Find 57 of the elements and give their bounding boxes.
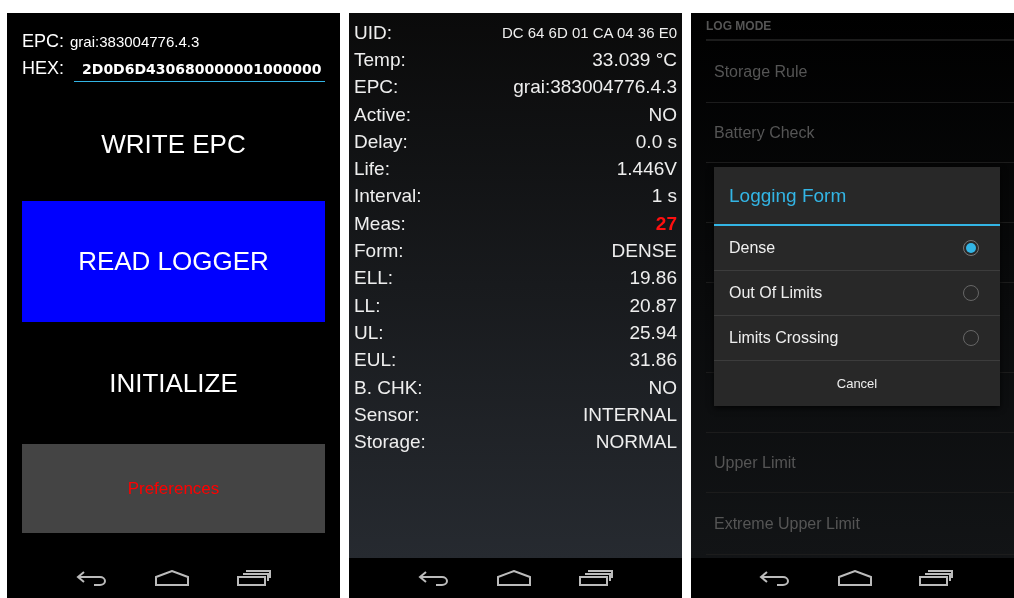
field-label: Active: [354,103,412,126]
home-icon[interactable] [497,570,532,586]
field-label: Form: [354,240,404,262]
back-icon[interactable] [417,570,450,586]
field-value: 33.039 °C [592,48,677,71]
epc-value: grai:383004776.4.3 [70,33,200,50]
hex-input-field[interactable]: 2D0D6D430680000001000000 [74,61,325,82]
section-header: LOG MODE [706,13,1014,41]
radio-option[interactable]: Limits Crossing [714,316,1000,361]
field-label: Meas: [354,212,406,235]
radio-option[interactable]: Out Of Limits [714,271,1000,316]
field-value: 27 [655,212,677,235]
field-label: Sensor: [354,403,420,426]
home-icon[interactable] [155,570,190,586]
option-label: Dense [729,239,776,257]
home-icon[interactable] [838,570,872,586]
field-value: NO [648,103,677,126]
cancel-button[interactable]: Cancel [714,361,1000,406]
radio-option[interactable]: Dense [714,226,1000,271]
recent-apps-icon[interactable] [579,570,614,586]
field-label: Interval: [354,185,422,208]
field-label: Storage: [354,431,426,454]
recent-apps-icon[interactable] [918,570,953,586]
field-label: EUL: [354,349,397,372]
field-value: 25.94 [629,321,677,344]
field-label: Temp: [354,48,406,71]
field-label: Life: [354,158,390,181]
field-label: ELL: [354,267,394,290]
option-label: Limits Crossing [729,329,839,347]
action-button[interactable]: READ LOGGER [22,201,325,322]
back-icon[interactable] [759,570,792,586]
field-label: Delay: [354,130,408,153]
action-button[interactable]: INITIALIZE [22,343,325,423]
field-label: B. CHK: [354,376,423,399]
epc-label: EPC: [22,31,64,52]
field-value: 31.86 [629,349,677,372]
field-value: 1.446V [616,158,677,181]
hex-label: HEX: [22,58,64,79]
recent-apps-icon[interactable] [237,570,272,586]
dialog-title: Logging Form [714,167,1000,226]
field-value: 19.86 [629,267,677,290]
field-label: EPC: [354,76,399,99]
field-label: UID: [354,21,392,44]
action-button[interactable]: WRITE EPC [22,104,325,184]
field-value: 1 s [651,185,677,208]
field-value: INTERNAL [583,403,677,426]
field-label: UL: [354,321,384,344]
field-value: NORMAL [595,431,677,454]
field-value: 20.87 [629,294,677,317]
field-value: grai:383004776.4.3 [513,76,677,99]
field-value: DC 64 6D 01 CA 04 36 E0 [501,24,677,42]
option-label: Out Of Limits [729,284,823,302]
field-value: 0.0 s [635,130,677,153]
field-value: DENSE [611,240,677,262]
field-value: NO [648,376,677,399]
back-icon[interactable] [75,570,108,586]
field-label: LL: [354,294,381,317]
